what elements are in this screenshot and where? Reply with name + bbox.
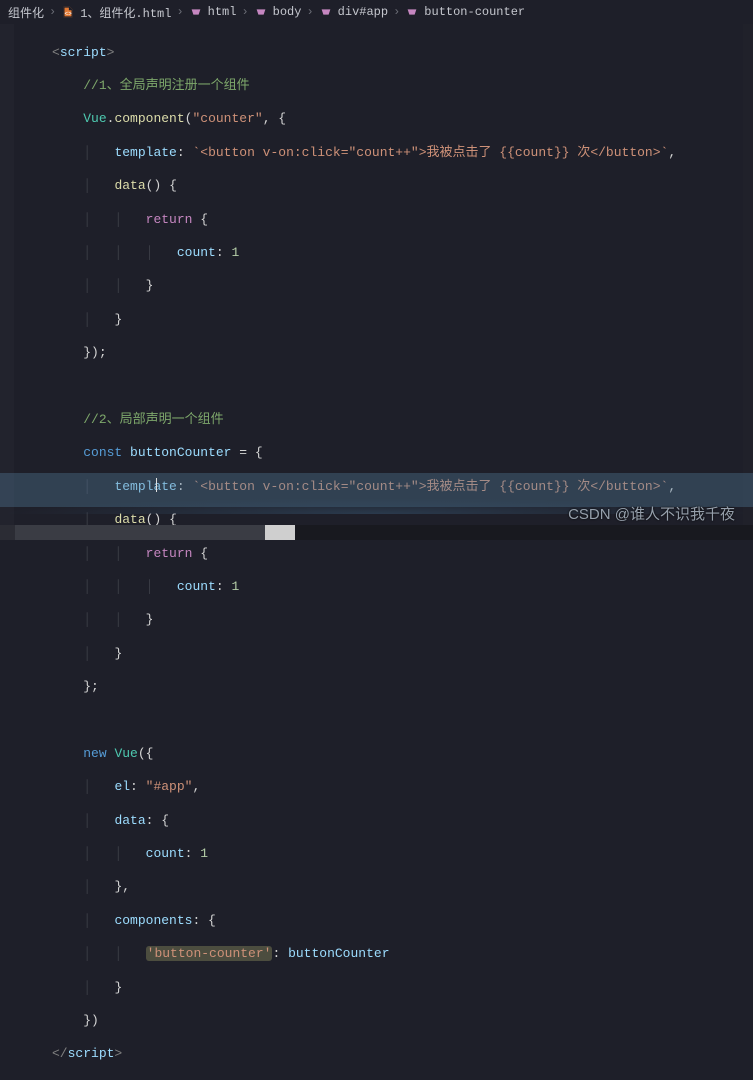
status-bar [0,525,753,540]
code-token: { [161,178,177,193]
code-token: components [114,913,192,928]
symbol-field-icon [254,5,268,19]
code-token: count [177,579,216,594]
code-token: , [668,145,676,160]
file-code-icon: <> [61,5,75,19]
code-token: "#app" [146,779,193,794]
chevron-right-icon: › [241,5,248,19]
code-token: , { [263,111,286,126]
code-token: data [114,178,145,193]
symbol-field-icon [405,5,419,19]
code-token: data [114,813,145,828]
crumb-folder[interactable]: 组件化 [8,4,44,21]
code-token: }); [83,345,106,360]
code-token: buttonCounter [288,946,389,961]
crumb-btn[interactable]: button-counter [424,5,525,19]
code-token: } [114,980,122,995]
code-token: Vue [114,746,137,761]
breadcrumb: 组件化 › <> 1、组件化.html › html › body › div#… [0,0,753,24]
status-spacer [0,525,15,540]
code-token: } [114,646,122,661]
chevron-right-icon: › [49,5,56,19]
code-token: count [146,846,185,861]
code-token: : [185,846,201,861]
code-token: 'button-counter' [146,946,273,961]
code-token: count [177,245,216,260]
symbol-field-icon [189,5,203,19]
status-button[interactable] [265,525,295,540]
gutter-margin [0,24,14,525]
code-token: Vue [83,111,106,126]
code-token: : [216,245,232,260]
code-token: const [83,445,122,460]
crumb-app[interactable]: div#app [338,5,388,19]
chevron-right-icon: › [176,5,183,19]
code-token: > [114,1046,122,1061]
code-comment: //1、全局声明注册一个组件 [83,78,249,93]
code-token: template [114,145,176,160]
watermark: CSDN @谁人不识我千夜 [568,503,735,524]
code-token: : { [192,913,215,928]
code-token: }; [83,679,99,694]
code-token: script [60,45,107,60]
code-token: : [272,946,288,961]
code-token: { [192,546,208,561]
code-token: ({ [138,746,154,761]
code-token: 1 [200,846,208,861]
code-token: < [52,45,60,60]
code-token: buttonCounter [130,445,231,460]
code-token: script [68,1046,115,1061]
code-token [122,445,130,460]
code-token: > [107,45,115,60]
code-token: : [130,779,146,794]
selection-highlight [0,473,753,490]
code-token: el [114,779,130,794]
svg-text:<>: <> [65,11,73,18]
code-token: : [177,145,193,160]
code-token: } [146,278,154,293]
code-token: }) [83,1013,99,1028]
symbol-field-icon [319,5,333,19]
status-search-input[interactable] [15,525,265,540]
crumb-body[interactable]: body [273,5,302,19]
code-token: : [216,579,232,594]
code-token: new [83,746,106,761]
crumb-html[interactable]: html [208,5,237,19]
code-token: } [114,312,122,327]
code-token: component [114,111,184,126]
code-token: { [192,212,208,227]
code-comment: //2、局部声明一个组件 [83,412,223,427]
code-token: , [192,779,200,794]
code-token: `<button v-on:click="count++">我被点击了 {{co… [192,145,668,160]
code-token: = { [231,445,262,460]
code-token: }, [114,879,130,894]
text-cursor [156,478,157,492]
code-token: return [146,212,193,227]
code-token: 1 [231,579,239,594]
crumb-file[interactable]: 1、组件化.html [80,4,171,21]
code-token: } [146,612,154,627]
code-token: : { [146,813,169,828]
code-editor[interactable]: <script> //1、全局声明注册一个组件 Vue.component("c… [0,24,753,1080]
code-token: </ [52,1046,68,1061]
code-token: "counter" [192,111,262,126]
chevron-right-icon: › [393,5,400,19]
code-token: return [146,546,193,561]
code-token: 1 [231,245,239,260]
code-token [107,746,115,761]
minimap[interactable] [743,24,753,525]
chevron-right-icon: › [306,5,313,19]
code-token: () [146,178,162,193]
